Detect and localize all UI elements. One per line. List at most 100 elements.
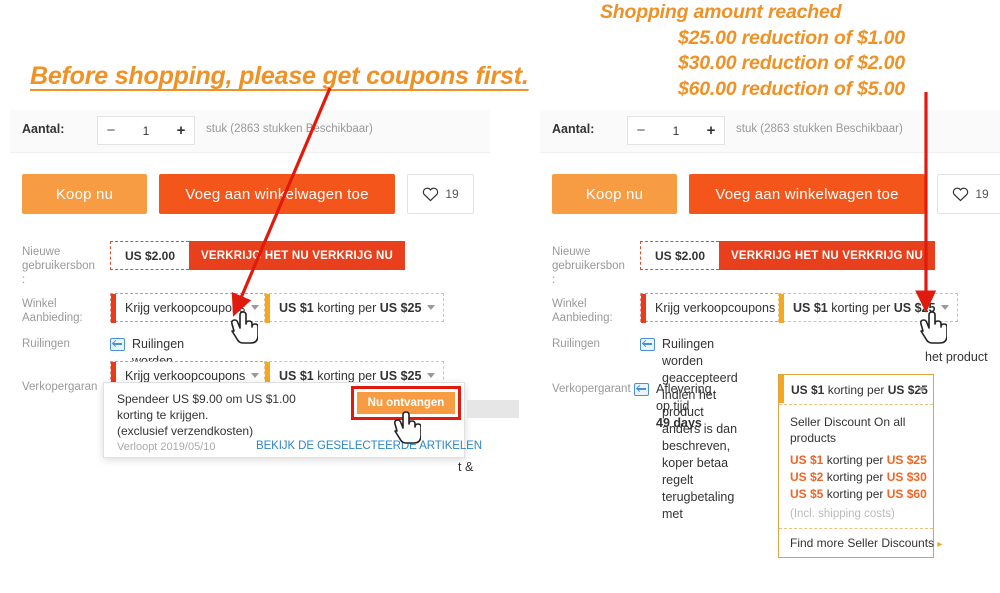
quantity-input[interactable]: 1 (654, 124, 698, 138)
annotation-right-title: Shopping amount reached (600, 1, 842, 23)
get-seller-coupons-chip[interactable]: Krijg verkoopcoupons (640, 293, 799, 323)
annotation-right-headline: Shopping amount reached $25.00 reduction… (600, 0, 905, 102)
discount-amount: US $1 (791, 382, 825, 397)
heart-icon (423, 187, 439, 202)
tier-threshold: US $60 (886, 487, 927, 501)
tier-threshold: US $30 (886, 470, 927, 484)
chevron-right-icon: ▸ (937, 539, 943, 550)
stock-availability-text: stuk (2863 stukken Beschikbaar) (206, 123, 373, 135)
clipped-text-fragment-right: het product (925, 350, 988, 364)
tier-mid: korting per (823, 470, 887, 484)
wishlist-count: 19 (445, 187, 459, 201)
seller-discount-label: US $1 korting per US $25 (265, 301, 443, 315)
seller-discount-dropdown: US $1 korting per US $25 Seller Discount… (778, 374, 942, 558)
guarantee-days-value: 49 days (656, 416, 702, 430)
chevron-down-icon (427, 305, 436, 310)
exchange-policy-line-3: regelt terugbetaling met (662, 473, 735, 521)
seller-discount-tier: US $1 korting per US $25 (790, 452, 927, 469)
seller-discount-tier: US $2 korting per US $30 (790, 469, 927, 486)
new-user-coupon-row: Nieuwe gebruikersbon : US $2.00 VERKRIJG… (540, 241, 1000, 286)
delivery-icon (634, 383, 649, 396)
new-user-coupon[interactable]: US $2.00 VERKRIJG HET NU VERKRIJG NU (110, 241, 406, 270)
new-user-coupon-amount: US $2.00 (640, 241, 720, 270)
quantity-bar: Aantal: − 1 + stuk (2863 stukken Beschik… (540, 110, 1000, 153)
tier-amount: US $1 (790, 453, 824, 467)
new-user-coupon[interactable]: US $2.00 VERKRIJG HET NU VERKRIJG NU (640, 241, 936, 270)
quantity-stepper[interactable]: − 1 + (97, 116, 195, 145)
get-seller-coupons-label: Krijg verkoopcoupons (125, 368, 246, 383)
annotation-right-line-3: $60.00 reduction of $5.00 (678, 77, 905, 100)
find-more-seller-discounts-link[interactable]: Find more Seller Discounts ▸ (779, 528, 942, 557)
seller-discount-dropdown-body: Seller Discount On all products US $1 ko… (779, 405, 933, 528)
coupon-popup-line-2: krijgen. (169, 408, 209, 422)
quantity-input[interactable]: 1 (124, 124, 168, 138)
discount-threshold: US $25 (379, 368, 422, 383)
new-user-coupon-claim-button[interactable]: VERKRIJG HET NU VERKRIJG NU (189, 241, 406, 270)
wishlist-button[interactable]: 19 (407, 174, 474, 214)
guarantee-delivery-label: Aflevering op tijd (656, 382, 712, 413)
seller-discount-tier: US $5 korting per US $60 (790, 486, 927, 503)
placeholder-grey-bar (467, 400, 519, 418)
seller-discount-chip[interactable]: US $1 korting per US $25 (264, 293, 445, 323)
quantity-stepper[interactable]: − 1 + (627, 116, 725, 145)
coupon-expiry-text: Verloopt 2019/05/10 (117, 441, 216, 453)
guarantee-text: Aflevering op tijd 49 days (656, 381, 712, 432)
cta-row: Koop nu Voeg aan winkelwagen toe 19 (540, 174, 1000, 218)
buy-now-button[interactable]: Koop nu (22, 174, 147, 214)
annotation-right-line-2: $30.00 reduction of $2.00 (678, 52, 905, 74)
tier-mid: korting per (823, 487, 887, 501)
store-offer-label: Winkel Aanbieding: (552, 298, 613, 324)
quantity-decrement-button[interactable]: − (628, 117, 654, 144)
tier-amount: US $5 (790, 487, 824, 501)
exchange-box-icon (640, 338, 655, 351)
quantity-label: Aantal: (22, 122, 65, 136)
discount-amount: US $1 (279, 300, 314, 315)
quantity-increment-button[interactable]: + (168, 117, 194, 144)
find-more-label: Find more Seller Discounts (790, 536, 935, 550)
chip-accent-bar (779, 294, 784, 323)
wishlist-count: 19 (975, 187, 989, 201)
new-user-coupon-label: Nieuwe gebruikersbon : (22, 246, 95, 286)
seller-guarantee-label: Verkopergarant (552, 383, 631, 395)
new-user-coupon-row: Nieuwe gebruikersbon : US $2.00 VERKRIJG… (10, 241, 490, 286)
get-seller-coupons-label: Krijg verkoopcoupons (655, 300, 776, 315)
quantity-decrement-button[interactable]: − (98, 117, 124, 144)
coupon-popup-text: Spendeer US $9.00 om US $1.00 korting te… (117, 391, 332, 439)
quantity-bar: Aantal: − 1 + stuk (2863 stukken Beschik… (10, 110, 490, 153)
quantity-label: Aantal: (552, 122, 595, 136)
annotation-left-headline: Before shopping, please get coupons firs… (30, 62, 529, 90)
chevron-down-icon (427, 373, 436, 378)
quantity-increment-button[interactable]: + (698, 117, 724, 144)
annotation-right-line-1: $25.00 reduction of $1.00 (678, 26, 905, 49)
seller-discount-title: Seller Discount On all products (790, 415, 906, 445)
tier-mid: korting per (823, 453, 887, 467)
clipped-text-fragment-left: t & (458, 460, 474, 474)
view-selected-items-link[interactable]: BEKIJK DE GESELECTEERDE ARTIKELEN (256, 440, 482, 452)
new-user-coupon-label: Nieuwe gebruikersbon : (552, 246, 625, 286)
seller-discount-header-label: US $1 korting per US $25 (779, 383, 928, 397)
seller-discount-label: US $1 korting per US $25 (265, 369, 443, 383)
heart-icon (953, 187, 969, 202)
tier-amount: US $2 (790, 470, 824, 484)
add-to-cart-button[interactable]: Voeg aan winkelwagen toe (689, 174, 925, 214)
screenshot-root: Before shopping, please get coupons firs… (0, 0, 1000, 593)
discount-mid: korting per (827, 300, 894, 315)
hand-cursor-popup (387, 408, 421, 448)
discount-amount: US $1 (793, 300, 828, 315)
shipping-costs-note: (Incl. shipping costs) (790, 508, 895, 520)
chip-accent-bar (641, 294, 646, 323)
exchange-label: Ruilingen (22, 338, 70, 350)
chevron-down-icon (918, 387, 926, 392)
hand-cursor-right (913, 308, 947, 348)
add-to-cart-button[interactable]: Voeg aan winkelwagen toe (159, 174, 395, 214)
hand-cursor-left (224, 308, 258, 348)
new-user-coupon-claim-button[interactable]: VERKRIJG HET NU VERKRIJG NU (719, 241, 936, 270)
discount-amount: US $1 (279, 368, 314, 383)
new-user-coupon-amount: US $2.00 (110, 241, 190, 270)
wishlist-button[interactable]: 19 (937, 174, 1000, 214)
buy-now-button[interactable]: Koop nu (552, 174, 677, 214)
seller-discount-dropdown-header[interactable]: US $1 korting per US $25 (779, 375, 933, 405)
exchange-box-icon (110, 338, 125, 351)
chevron-down-icon (251, 373, 260, 378)
stock-availability-text: stuk (2863 stukken Beschikbaar) (736, 123, 903, 135)
